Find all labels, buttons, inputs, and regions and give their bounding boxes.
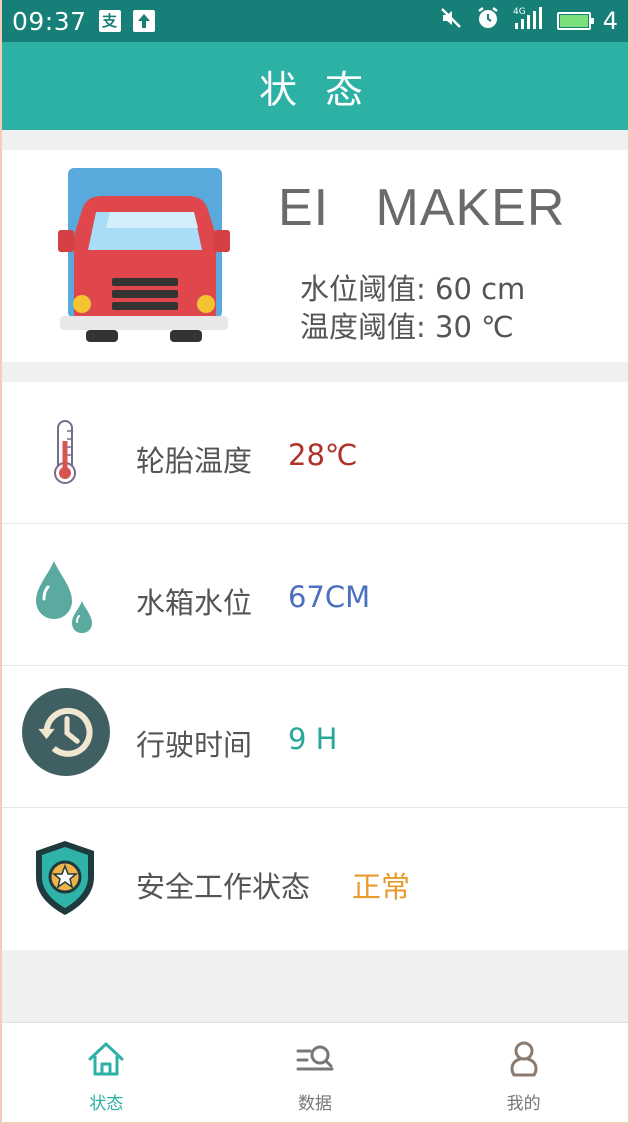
alarm-icon [475,5,501,37]
drive-time-value: 9 H [288,722,338,756]
water-level-label: 水箱水位 [136,586,253,620]
water-threshold: 水位阈值: 60 cm [300,272,526,306]
list-item-safety-status[interactable]: 安全工作状态 正常 [2,808,628,950]
bottom-nav: 状态 数据 我的 [2,1022,628,1122]
status-time: 09:37 [12,6,87,36]
thermometer-icon [54,420,76,484]
history-clock-icon [22,688,110,776]
list-item-tire-temp[interactable]: 轮胎温度 28℃ [2,382,628,524]
alipay-notify-icon: 支 [98,10,121,32]
tab-data-label: 数据 [298,1094,332,1114]
tab-status[interactable]: 状态 [2,1023,211,1122]
tab-status-label: 状态 [89,1094,124,1114]
page-title: 状 态 [2,42,628,130]
tab-mine-label: 我的 [506,1094,541,1114]
tire-temp-label: 轮胎温度 [136,444,253,478]
safety-status-value: 正常 [352,870,411,904]
app-frame: 09:37 支 4G 4 状 态 EI MAKER 水位阈值: 60 cm 温度… [0,0,630,1124]
svg-text:4G: 4G [513,7,526,17]
battery-icon [556,12,594,30]
vehicle-profile-card: EI MAKER 水位阈值: 60 cm 温度阈值: 30 ℃ [2,150,628,362]
temp-threshold: 温度阈值: 30 ℃ [300,310,514,344]
safety-status-label: 安全工作状态 [136,870,311,904]
list-item-water-level[interactable]: 水箱水位 67CM [2,524,628,666]
water-level-value: 67CM [288,580,371,614]
battery-level: 4 [602,7,618,35]
water-drop-icon [36,561,92,633]
drive-time-label: 行驶时间 [136,728,253,762]
signal-4g-icon: 4G [513,5,545,37]
data-search-icon [296,1045,334,1071]
upload-notify-icon [132,10,155,32]
status-list: 轮胎温度 28℃ 水箱水位 67CM 行驶时间 9 H 安全工作状态 正常 [2,382,628,950]
mute-icon [439,6,463,36]
status-bar: 09:37 支 4G 4 [2,0,628,42]
tire-temp-value: 28℃ [288,438,358,472]
tab-data[interactable]: 数据 [211,1023,420,1122]
tab-mine[interactable]: 我的 [419,1023,628,1122]
user-name: EI MAKER [278,179,566,237]
shield-star-icon [36,841,94,915]
list-item-drive-time[interactable]: 行驶时间 9 H [2,666,628,808]
truck-icon [58,168,230,342]
user-icon [510,1041,538,1077]
home-icon [88,1042,124,1076]
